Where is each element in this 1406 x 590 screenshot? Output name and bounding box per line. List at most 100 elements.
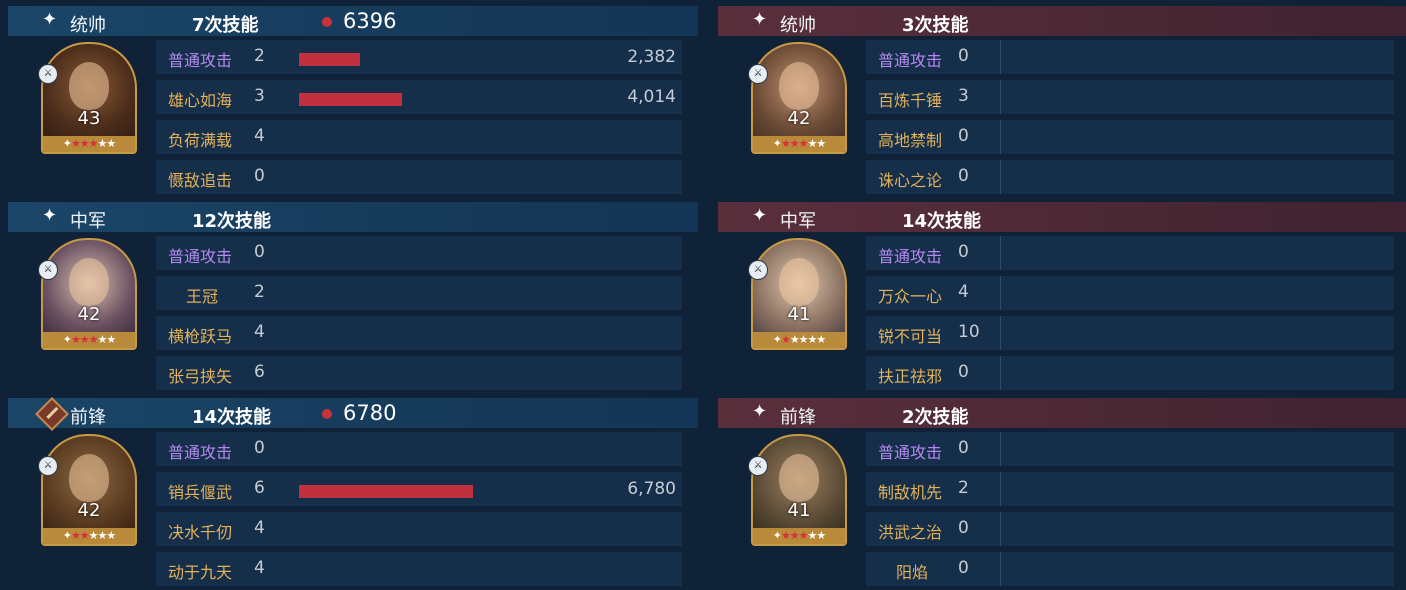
skill-count: 0 (254, 438, 265, 458)
skill-count: 3 (254, 86, 265, 106)
skill-count: 2 (254, 46, 265, 66)
row-divider (1000, 236, 1001, 270)
skill-row: 张弓挟矢 6 (156, 356, 682, 390)
role-label: 前锋 (780, 407, 816, 428)
skill-count: 0 (254, 166, 265, 186)
general-portrait[interactable]: 42 ✦★★★★★ (41, 434, 137, 546)
skill-name: 横枪跃马 (168, 327, 233, 346)
skill-row: 雄心如海 3 4,014 (156, 80, 682, 114)
skill-row: 销兵偃武 6 6,780 (156, 472, 682, 506)
row-divider (1000, 512, 1001, 546)
general-level: 41 (787, 500, 811, 521)
row-divider (1000, 40, 1001, 74)
skill-row: 普通攻击 0 (866, 236, 1394, 270)
spark-icon: ✦ (42, 205, 58, 226)
row-divider (1000, 80, 1001, 114)
row-divider (1000, 316, 1001, 350)
spark-icon: ✦ (752, 205, 768, 226)
skill-count: 4 (254, 322, 265, 342)
portrait-face (779, 62, 819, 110)
slot-header: ✦ 前锋 2次技能 (718, 398, 1406, 428)
damage-dot-icon (322, 17, 332, 27)
skill-name: 负荷满载 (168, 131, 233, 150)
star-rating: ✦★★★★★ (753, 332, 845, 348)
general-portrait[interactable]: 41 ✦★★★★★ (751, 434, 847, 546)
skill-row: 普通攻击 0 (156, 432, 682, 466)
damage-value: 6,780 (627, 479, 676, 499)
row-divider (1000, 160, 1001, 194)
skill-cast-count: 14次技能 (902, 211, 982, 232)
general-portrait[interactable]: 41 ✦★★★★★ (751, 238, 847, 350)
general-portrait[interactable]: 43 ✦★★★★★ (41, 42, 137, 154)
skill-count: 0 (958, 166, 969, 186)
general-slot-center: ✦ 中军 14次技能 41 ✦★★★★★ ⚔ 普通攻击 0 万众一心 4 锐不可… (718, 196, 1406, 392)
general-slot-commander: ✦ 统帅 7次技能 6396 43 ✦★★★★★ ⚔ 普通攻击 2 2,382 … (8, 0, 698, 196)
skill-count: 0 (958, 362, 969, 382)
ally-team-panel: ✦ 统帅 7次技能 6396 43 ✦★★★★★ ⚔ 普通攻击 2 2,382 … (8, 0, 698, 590)
row-divider (1000, 552, 1001, 586)
role-label: 统帅 (780, 15, 816, 36)
skill-cast-count: 2次技能 (902, 407, 969, 428)
row-divider (1000, 276, 1001, 310)
spark-icon: ✦ (752, 401, 768, 422)
troop-type-icon: ⚔ (748, 64, 768, 84)
skill-row: 王冠 2 (156, 276, 682, 310)
star-rating: ✦★★★★★ (43, 332, 135, 348)
general-slot-commander: ✦ 统帅 3次技能 42 ✦★★★★★ ⚔ 普通攻击 0 百炼千锤 3 高地禁制… (718, 0, 1406, 196)
portrait-face (69, 62, 109, 110)
skill-row: 百炼千锤 3 (866, 80, 1394, 114)
general-portrait[interactable]: 42 ✦★★★★★ (41, 238, 137, 350)
skill-name: 制敌机先 (878, 483, 943, 502)
skill-count: 0 (958, 438, 969, 458)
star-rating: ✦★★★★★ (753, 136, 845, 152)
skill-cast-count: 7次技能 (192, 15, 259, 36)
skill-count: 0 (958, 46, 969, 66)
sword-badge-icon (35, 397, 69, 431)
skill-row: 普通攻击 0 (866, 432, 1394, 466)
total-damage: 6780 (343, 401, 397, 425)
skill-row: 横枪跃马 4 (156, 316, 682, 350)
star-rating: ✦★★★★★ (43, 136, 135, 152)
skill-count: 2 (958, 478, 969, 498)
skill-name: 万众一心 (878, 287, 943, 306)
skill-count: 2 (254, 282, 265, 302)
skill-row: 锐不可当 10 (866, 316, 1394, 350)
slot-header: ✦ 统帅 3次技能 (718, 6, 1406, 36)
general-slot-vanguard: ✦ 前锋 2次技能 41 ✦★★★★★ ⚔ 普通攻击 0 制敌机先 2 洪武之治… (718, 392, 1406, 588)
general-portrait[interactable]: 42 ✦★★★★★ (751, 42, 847, 154)
damage-bar (299, 53, 360, 66)
row-divider (1000, 356, 1001, 390)
skill-row: 扶正祛邪 0 (866, 356, 1394, 390)
skill-count: 10 (958, 322, 980, 342)
role-label: 前锋 (70, 407, 106, 428)
skill-row: 慑敌追击 0 (156, 160, 682, 194)
skill-row: 普通攻击 0 (156, 236, 682, 270)
skill-name: 慑敌追击 (168, 171, 233, 190)
skill-name: 动于九天 (168, 563, 233, 582)
troop-type-icon: ⚔ (38, 456, 58, 476)
general-level: 43 (77, 108, 101, 129)
role-label: 中军 (70, 211, 106, 232)
slot-header: 前锋 14次技能 6780 (8, 397, 698, 431)
skill-count: 6 (254, 478, 265, 498)
skill-cast-count: 12次技能 (192, 211, 272, 232)
damage-dot-icon (322, 409, 332, 419)
damage-bar (299, 93, 402, 106)
skill-name: 锐不可当 (878, 327, 943, 346)
skill-cast-count: 3次技能 (902, 15, 969, 36)
skill-name: 决水千仞 (168, 523, 233, 542)
skill-cast-count: 14次技能 (192, 407, 272, 428)
skill-name: 百炼千锤 (878, 91, 943, 110)
general-level: 42 (77, 304, 101, 325)
damage-value: 2,382 (627, 47, 676, 67)
role-label: 统帅 (70, 15, 106, 36)
skill-row: 阳焰 0 (866, 552, 1394, 586)
enemy-team-panel: ✦ 统帅 3次技能 42 ✦★★★★★ ⚔ 普通攻击 0 百炼千锤 3 高地禁制… (718, 0, 1406, 590)
slot-header: ✦ 中军 12次技能 (8, 202, 698, 232)
skill-count: 4 (958, 282, 969, 302)
portrait-face (69, 454, 109, 502)
troop-type-icon: ⚔ (748, 260, 768, 280)
skill-row: 动于九天 4 (156, 552, 682, 586)
slot-header: ✦ 中军 14次技能 (718, 202, 1406, 232)
skill-name: 阳焰 (896, 563, 929, 582)
